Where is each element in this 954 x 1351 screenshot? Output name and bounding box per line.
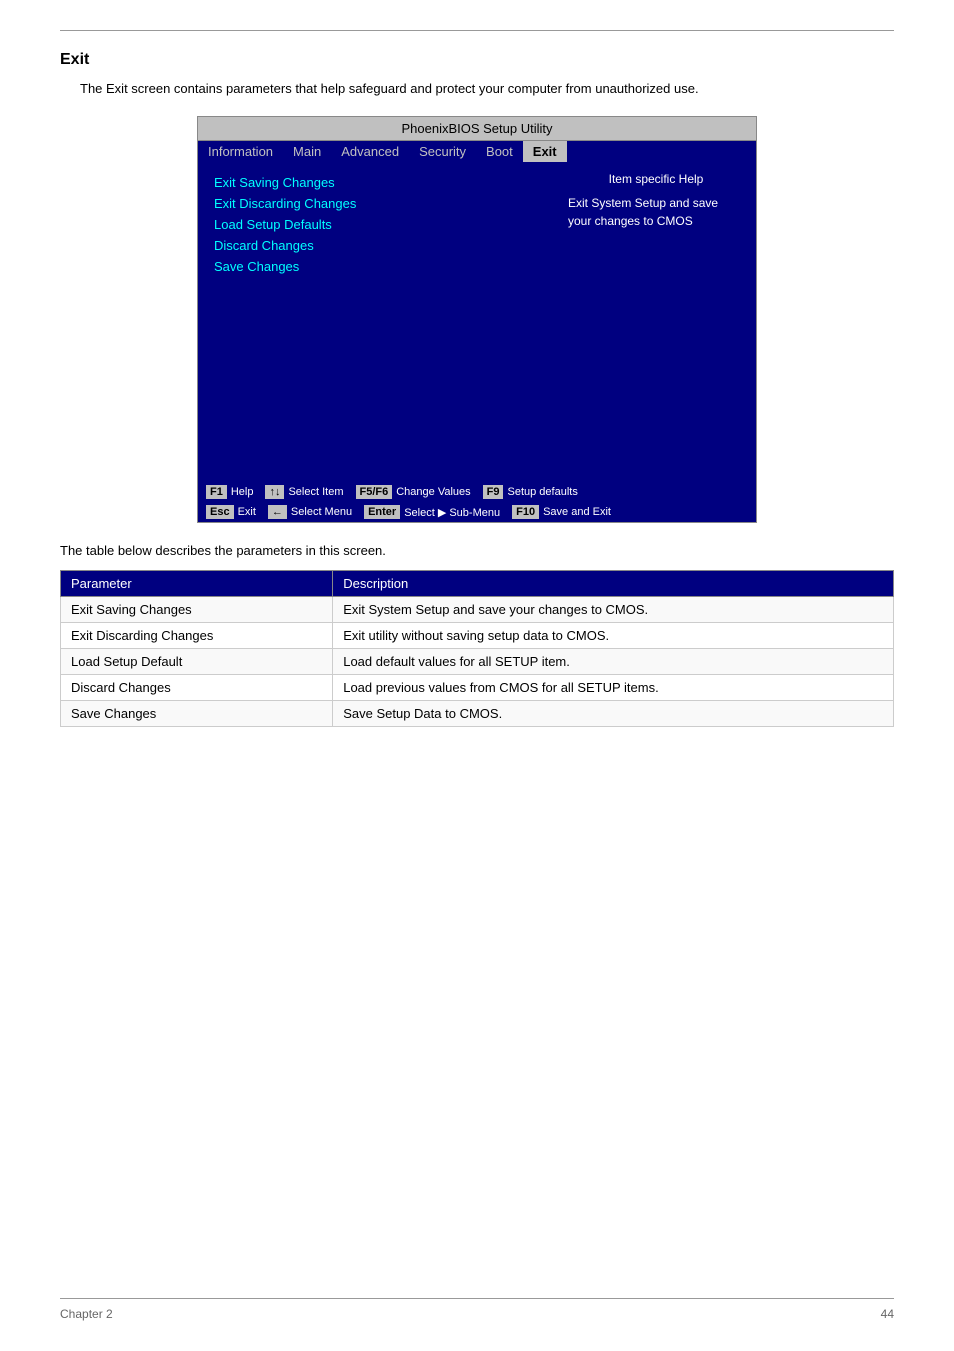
footer-f10-group: F10 Save and Exit — [512, 505, 611, 519]
footer-key-left: ← — [268, 505, 287, 519]
footer-chapter: Chapter 2 — [60, 1307, 113, 1321]
table-row: Discard Changes Load previous values fro… — [61, 675, 894, 701]
footer-key-enter: Enter — [364, 505, 400, 519]
bios-menu-main[interactable]: Main — [283, 141, 331, 162]
table-cell-param: Load Setup Default — [61, 649, 333, 675]
page-container: Exit The Exit screen contains parameters… — [0, 0, 954, 1351]
bios-footer-row2: Esc Exit ← Select Menu Enter Select ▶ Su… — [198, 502, 756, 522]
bios-help-text: Exit System Setup and save your changes … — [568, 194, 744, 230]
footer-key-arrows: ↑↓ — [265, 485, 284, 499]
bios-left-panel: Exit Saving Changes Exit Discarding Chan… — [198, 162, 556, 482]
footer-f5f6-group: F5/F6 Change Values — [356, 485, 471, 499]
bios-title-bar: PhoenixBIOS Setup Utility — [198, 117, 756, 141]
footer-key-f10: F10 — [512, 505, 539, 519]
footer-desc-f9: Setup defaults — [507, 486, 577, 498]
bios-option-load-defaults[interactable]: Load Setup Defaults — [214, 214, 540, 235]
footer-enter-group: Enter Select ▶ Sub-Menu — [364, 505, 500, 519]
footer-desc-arrows: Select Item — [288, 486, 343, 498]
bios-menu-exit[interactable]: Exit — [523, 141, 567, 162]
bios-body: Exit Saving Changes Exit Discarding Chan… — [198, 162, 756, 482]
footer-desc-left: Select Menu — [291, 506, 352, 518]
bios-menu-boot[interactable]: Boot — [476, 141, 523, 162]
table-cell-desc: Exit System Setup and save your changes … — [333, 597, 894, 623]
col-header-description: Description — [333, 571, 894, 597]
top-divider — [60, 30, 894, 31]
footer-desc-f1: Help — [231, 486, 254, 498]
bios-help-title: Item specific Help — [568, 172, 744, 186]
footer-esc-group: Esc Exit — [206, 505, 256, 519]
bios-option-discard-changes[interactable]: Discard Changes — [214, 235, 540, 256]
table-cell-param: Discard Changes — [61, 675, 333, 701]
bios-menu-bar: Information Main Advanced Security Boot … — [198, 141, 756, 162]
bios-right-panel: Item specific Help Exit System Setup and… — [556, 162, 756, 482]
footer-page-number: 44 — [881, 1307, 894, 1321]
bios-menu-security[interactable]: Security — [409, 141, 476, 162]
bios-menu-advanced[interactable]: Advanced — [331, 141, 409, 162]
params-table: Parameter Description Exit Saving Change… — [60, 570, 894, 727]
bios-option-exit-discarding[interactable]: Exit Discarding Changes — [214, 193, 540, 214]
footer-f1-group: F1 Help — [206, 485, 253, 499]
bios-footer-row1: F1 Help ↑↓ Select Item F5/F6 Change Valu… — [198, 482, 756, 502]
footer-desc-f5f6: Change Values — [396, 486, 470, 498]
table-intro: The table below describes the parameters… — [60, 543, 894, 558]
page-title: Exit — [60, 51, 894, 69]
footer-desc-enter: Select ▶ Sub-Menu — [404, 506, 500, 519]
table-cell-param: Save Changes — [61, 701, 333, 727]
footer-key-f5f6: F5/F6 — [356, 485, 393, 499]
table-row: Exit Saving Changes Exit System Setup an… — [61, 597, 894, 623]
footer-arrows-group: ↑↓ Select Item — [265, 485, 343, 499]
table-cell-param: Exit Saving Changes — [61, 597, 333, 623]
footer-arrow-left-group: ← Select Menu — [268, 505, 352, 519]
page-footer: Chapter 2 44 — [60, 1298, 894, 1321]
col-header-parameter: Parameter — [61, 571, 333, 597]
table-row: Exit Discarding Changes Exit utility wit… — [61, 623, 894, 649]
table-cell-param: Exit Discarding Changes — [61, 623, 333, 649]
bios-option-exit-saving[interactable]: Exit Saving Changes — [214, 172, 540, 193]
bios-footer: F1 Help ↑↓ Select Item F5/F6 Change Valu… — [198, 482, 756, 522]
table-cell-desc: Load default values for all SETUP item. — [333, 649, 894, 675]
table-cell-desc: Load previous values from CMOS for all S… — [333, 675, 894, 701]
table-cell-desc: Exit utility without saving setup data t… — [333, 623, 894, 649]
footer-key-f1: F1 — [206, 485, 227, 499]
bios-container: PhoenixBIOS Setup Utility Information Ma… — [197, 116, 757, 523]
footer-desc-f10: Save and Exit — [543, 506, 611, 518]
footer-key-f9: F9 — [483, 485, 504, 499]
bios-option-save-changes[interactable]: Save Changes — [214, 256, 540, 277]
footer-key-esc: Esc — [206, 505, 234, 519]
bios-menu-information[interactable]: Information — [198, 141, 283, 162]
table-row: Save Changes Save Setup Data to CMOS. — [61, 701, 894, 727]
footer-f9-group: F9 Setup defaults — [483, 485, 578, 499]
table-row: Load Setup Default Load default values f… — [61, 649, 894, 675]
table-cell-desc: Save Setup Data to CMOS. — [333, 701, 894, 727]
footer-desc-esc: Exit — [238, 506, 256, 518]
intro-text: The Exit screen contains parameters that… — [80, 81, 894, 96]
